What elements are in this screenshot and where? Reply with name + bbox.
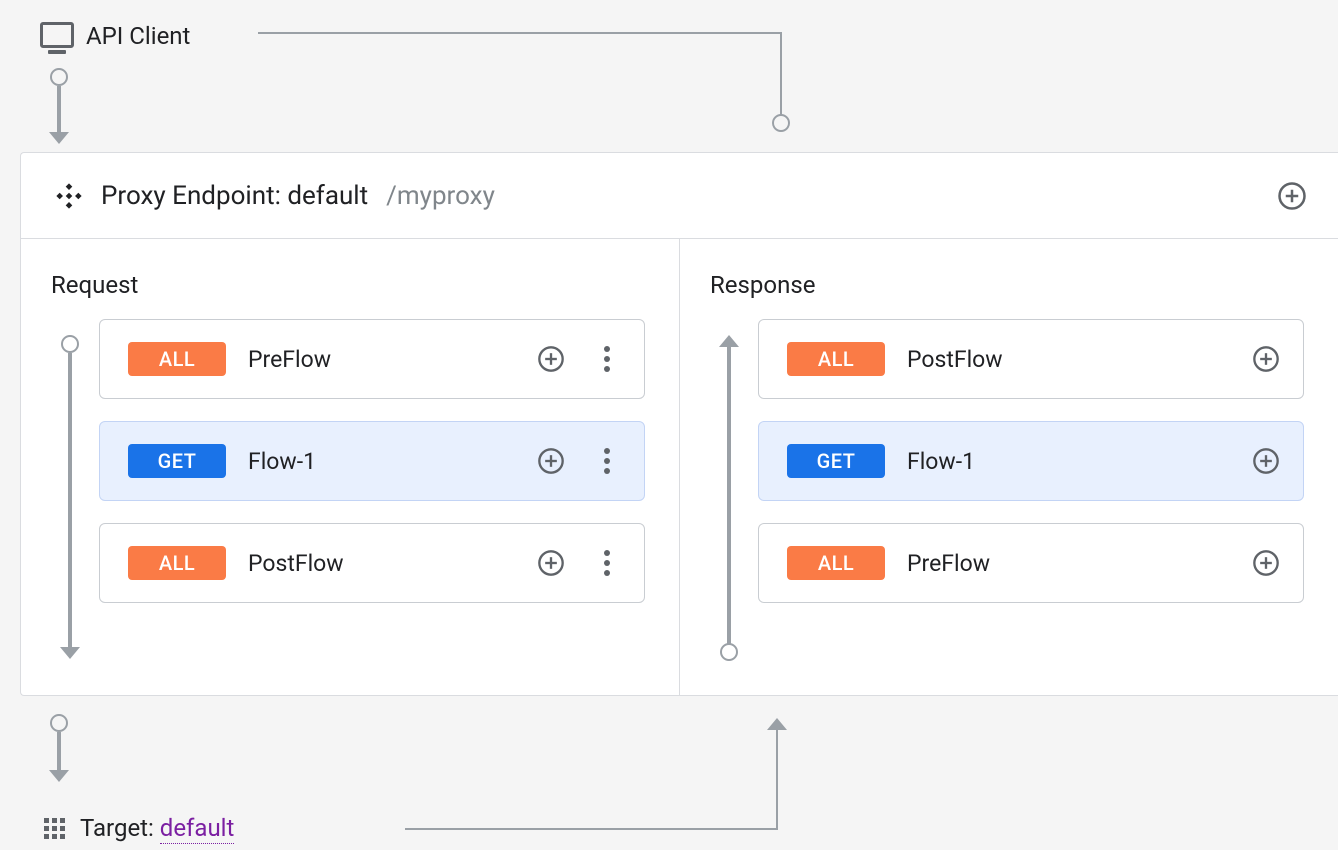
target-prefix: Target: — [80, 814, 160, 842]
proxy-endpoint-title: Proxy Endpoint: default — [101, 181, 368, 211]
proxy-endpoint-card: Proxy Endpoint: default /myproxy Request — [20, 152, 1338, 696]
flow-row-preflow[interactable]: ALL PreFlow — [99, 319, 645, 399]
flow-row-flow-1[interactable]: GET Flow-1 — [99, 421, 645, 501]
request-column: Request ALL PreFlow — [21, 239, 679, 695]
flow-row-flow-1[interactable]: GET Flow-1 — [758, 421, 1304, 501]
response-flow-axis — [720, 335, 740, 663]
flow-row-postflow[interactable]: ALL PostFlow — [99, 523, 645, 603]
connector-circle — [772, 114, 790, 132]
connector-line — [780, 32, 782, 118]
response-column: Response ALL PostFlow GET — [679, 239, 1338, 695]
monitor-icon — [40, 22, 74, 48]
http-method-badge: GET — [128, 444, 226, 478]
flow-label: Flow-1 — [907, 448, 1227, 475]
more-menu-button[interactable] — [590, 546, 624, 580]
more-menu-button[interactable] — [590, 444, 624, 478]
http-method-badge: GET — [787, 444, 885, 478]
connector-line — [57, 732, 61, 774]
add-step-button[interactable] — [1249, 342, 1283, 376]
request-title: Request — [51, 271, 645, 299]
more-menu-button[interactable] — [590, 342, 624, 376]
flow-label: PostFlow — [907, 346, 1227, 373]
http-method-badge: ALL — [128, 546, 226, 580]
connector-line — [776, 730, 778, 830]
connector-line — [258, 32, 782, 34]
add-step-button[interactable] — [534, 342, 568, 376]
target-link[interactable]: default — [160, 814, 235, 844]
connector-line — [405, 828, 778, 830]
connector-arrow-up-icon — [767, 718, 787, 730]
proxy-endpoint-path: /myproxy — [386, 181, 495, 211]
card-header: Proxy Endpoint: default /myproxy — [21, 153, 1338, 239]
endpoint-icon — [55, 182, 83, 210]
flow-label: PreFlow — [907, 550, 1227, 577]
http-method-badge: ALL — [787, 546, 885, 580]
flow-row-postflow[interactable]: ALL PostFlow — [758, 319, 1304, 399]
response-title: Response — [710, 271, 1304, 299]
flow-label: Flow-1 — [248, 448, 512, 475]
connector-circle — [50, 714, 68, 732]
add-step-button[interactable] — [534, 546, 568, 580]
connector-line — [57, 86, 61, 138]
flow-label: PostFlow — [248, 550, 512, 577]
api-client-label: API Client — [86, 22, 190, 50]
flow-row-preflow[interactable]: ALL PreFlow — [758, 523, 1304, 603]
http-method-badge: ALL — [787, 342, 885, 376]
target-label: Target: default — [80, 814, 234, 842]
add-flow-button[interactable] — [1276, 180, 1308, 212]
add-step-button[interactable] — [1249, 546, 1283, 580]
request-flow-axis — [61, 335, 81, 663]
apps-grid-icon — [44, 818, 66, 840]
flow-label: PreFlow — [248, 346, 512, 373]
connector-arrow-down-icon — [49, 132, 69, 144]
connector-circle — [50, 68, 68, 86]
connector-arrow-down-icon — [49, 770, 69, 782]
add-step-button[interactable] — [1249, 444, 1283, 478]
add-step-button[interactable] — [534, 444, 568, 478]
http-method-badge: ALL — [128, 342, 226, 376]
